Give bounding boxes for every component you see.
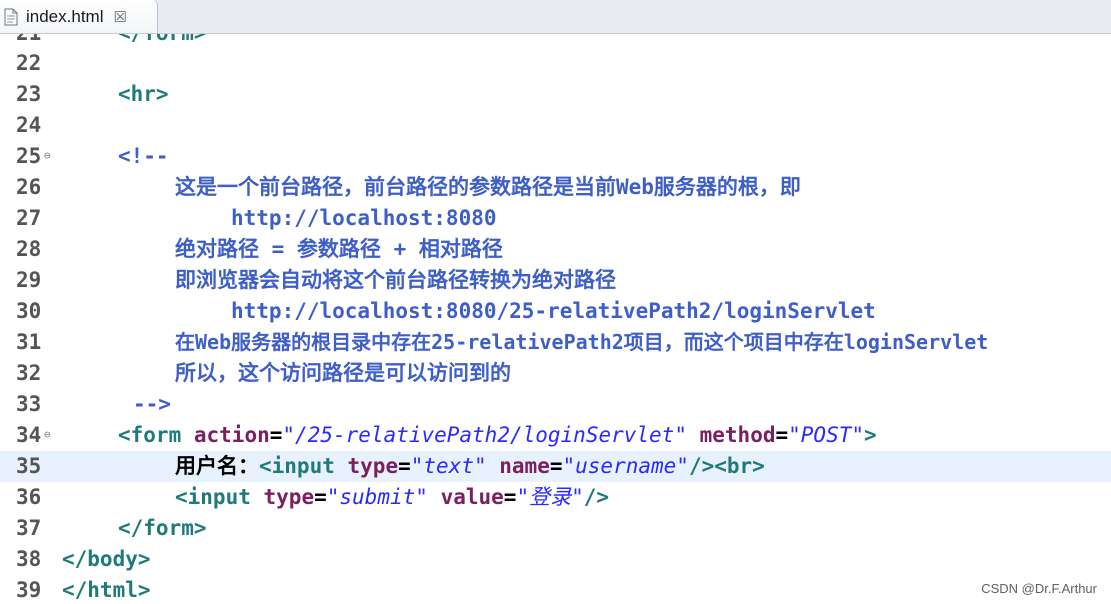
code-line: 25 ⊖ <!--	[0, 141, 1111, 172]
fold-collapse-icon[interactable]: ⊖	[44, 149, 51, 162]
line-number: 29	[16, 268, 42, 292]
line-number: 23	[16, 82, 42, 106]
code-line: 21 </form>	[0, 34, 1111, 49]
code-line: 39 </html>	[0, 575, 1111, 604]
code-line: 29 即浏览器会自动将这个前台路径转换为绝对路径	[0, 265, 1111, 296]
code-line: 36 <input type="submit" value="登录"/>	[0, 482, 1111, 513]
close-icon[interactable]: ☒	[113, 8, 126, 26]
line-number: 31	[16, 330, 42, 354]
code-text: 用户名：<input type="text" name="username"/>…	[175, 454, 765, 478]
code-text: <form action="/25-relativePath2/loginSer…	[118, 423, 877, 447]
code-text: http://localhost:8080	[231, 206, 497, 230]
line-number: 22	[16, 51, 42, 75]
code-editor[interactable]: 21 </form> 22 23 <hr> 24 25 ⊖ <!-- 26 这是…	[0, 34, 1111, 604]
code-line: 28 绝对路径 = 参数路径 + 相对路径	[0, 234, 1111, 265]
code-line: 27 http://localhost:8080	[0, 203, 1111, 234]
code-text: </form>	[118, 34, 207, 49]
code-text: </form>	[118, 516, 207, 540]
code-text: 所以，这个访问路径是可以访问到的	[175, 361, 511, 385]
code-text: -->	[133, 392, 171, 416]
editor-tab-bar: index.html ☒	[0, 0, 1111, 34]
code-text: 绝对路径 = 参数路径 + 相对路径	[175, 237, 503, 261]
line-number: 32	[16, 361, 42, 385]
code-line: 31 在Web服务器的根目录中存在25-relativePath2项目，而这个项…	[0, 327, 1111, 358]
line-number: 28	[16, 237, 42, 261]
code-text: </html>	[62, 578, 151, 602]
code-text: <!--	[118, 144, 169, 168]
code-line: 24	[0, 110, 1111, 141]
code-line: 22	[0, 48, 1111, 79]
code-line: 32 所以，这个访问路径是可以访问到的	[0, 358, 1111, 389]
code-line-current: 35 用户名：<input type="text" name="username…	[0, 451, 1111, 482]
code-line: 38 </body>	[0, 544, 1111, 575]
line-number: 24	[16, 113, 42, 137]
code-text: 在Web服务器的根目录中存在25-relativePath2项目，而这个项目中存…	[175, 330, 989, 354]
line-number: 33	[16, 392, 42, 416]
code-line: 30 http://localhost:8080/25-relativePath…	[0, 296, 1111, 327]
code-text: <input type="submit" value="登录"/>	[175, 485, 610, 509]
line-number: 35	[16, 454, 42, 478]
code-text: 即浏览器会自动将这个前台路径转换为绝对路径	[175, 268, 616, 292]
code-line: 23 <hr>	[0, 79, 1111, 110]
tab-index-html[interactable]: index.html ☒	[0, 0, 158, 33]
line-number: 27	[16, 206, 42, 230]
line-number: 36	[16, 485, 42, 509]
line-number: 30	[16, 299, 42, 323]
code-text: </body>	[62, 547, 151, 571]
code-line: 33 -->	[0, 389, 1111, 420]
line-number: 38	[16, 547, 42, 571]
code-line: 37 </form>	[0, 513, 1111, 544]
html-file-icon	[4, 8, 18, 25]
code-text: <hr>	[118, 82, 169, 106]
tab-label: index.html	[26, 6, 104, 26]
watermark: CSDN @Dr.F.Arthur	[981, 581, 1097, 596]
line-number: 26	[16, 175, 42, 199]
code-text: 这是一个前台路径，前台路径的参数路径是当前Web服务器的根，即	[175, 175, 801, 199]
fold-collapse-icon[interactable]: ⊖	[44, 428, 51, 441]
line-number: 39	[16, 578, 42, 602]
code-line: 34 ⊖ <form action="/25-relativePath2/log…	[0, 420, 1111, 451]
code-line: 26 这是一个前台路径，前台路径的参数路径是当前Web服务器的根，即	[0, 172, 1111, 203]
code-text: http://localhost:8080/25-relativePath2/l…	[231, 299, 876, 323]
line-number: 21	[16, 34, 50, 49]
line-number: 37	[16, 516, 42, 540]
